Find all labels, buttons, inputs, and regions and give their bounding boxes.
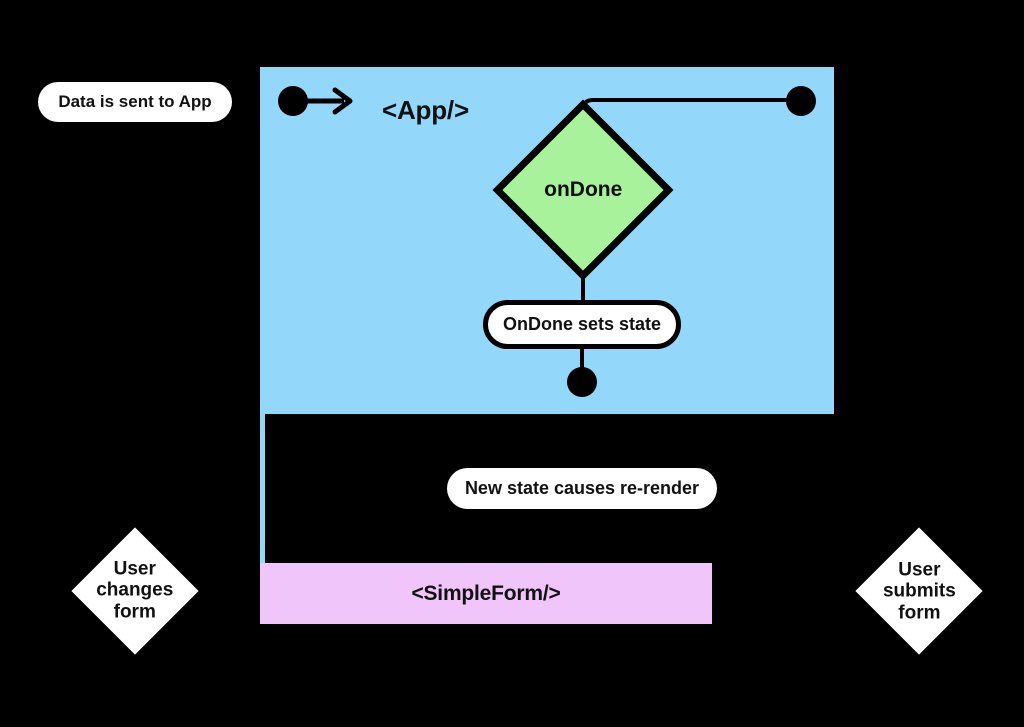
decision-ondone-label: onDone	[543, 178, 623, 202]
diagram-canvas: <App/> <SimpleForm/> onDone Data is sent…	[0, 0, 1024, 727]
event-user-changes-form-label: User changes form	[96, 559, 174, 623]
annotation-new-state-rerender: New state causes re-render	[447, 468, 717, 509]
annotation-data-sent-to-app: Data is sent to App	[38, 82, 232, 122]
app-container-left-stem	[260, 414, 265, 564]
annotation-ondone-sets-state-label: OnDone sets state	[502, 314, 662, 334]
annotation-new-state-rerender-label: New state causes re-render	[464, 478, 700, 498]
app-container-label: <App/>	[382, 95, 469, 125]
event-user-submits-form-label: User submits form	[882, 559, 956, 623]
event-user-changes-form[interactable]: User changes form	[71, 527, 199, 655]
event-user-submits-form[interactable]: User submits form	[855, 527, 983, 655]
simpleform-container: <SimpleForm/>	[260, 563, 712, 624]
annotation-ondone-sets-state: OnDone sets state	[483, 300, 681, 349]
simpleform-container-label: <SimpleForm/>	[411, 581, 561, 605]
annotation-data-sent-to-app-label: Data is sent to App	[58, 92, 212, 111]
